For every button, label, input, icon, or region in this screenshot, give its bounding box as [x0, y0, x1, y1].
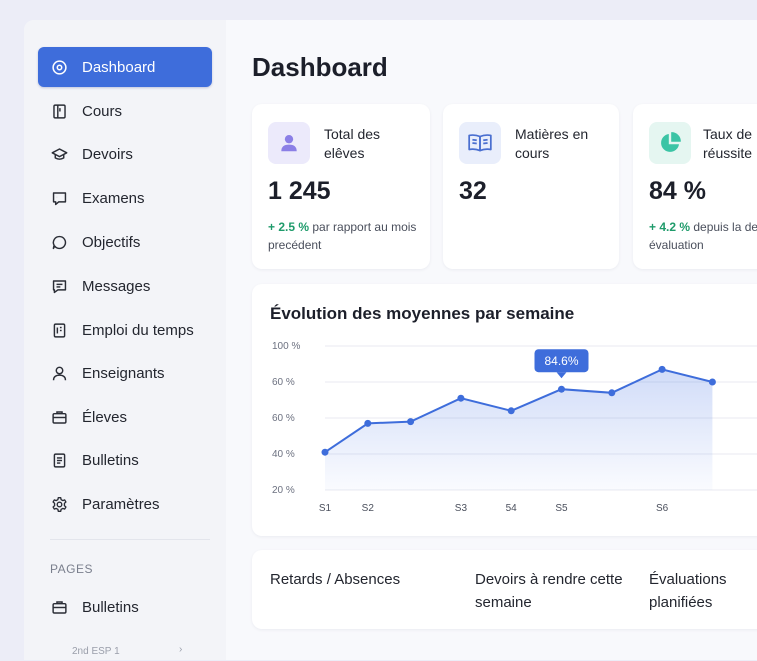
stat-label: Matières en cours — [515, 126, 589, 161]
sidebar-item-label: Objectifs — [82, 233, 141, 251]
sidebar-item-label: Emploi du temps — [82, 321, 194, 339]
data-point[interactable] — [457, 394, 465, 402]
x-tick-label: 54 — [506, 503, 518, 514]
x-tick-label: S2 — [362, 503, 375, 514]
briefcase-icon — [50, 408, 68, 426]
x-tick-label: S3 — [455, 503, 468, 514]
data-point[interactable] — [708, 378, 716, 386]
tooltip-label: 84.6% — [544, 354, 578, 368]
sidebar-item-label: Bulletins — [82, 598, 139, 616]
stat-delta: + 2.5 % — [268, 220, 310, 234]
data-point[interactable] — [364, 419, 372, 427]
sidebar-item-label: Dashboard — [82, 58, 156, 76]
data-point[interactable] — [407, 418, 415, 426]
sidebar-item-label: Devoirs — [82, 145, 133, 163]
target-icon — [50, 58, 68, 76]
calendar-doc-icon — [50, 321, 68, 339]
sidebar-section-label: PAGES — [50, 562, 93, 576]
x-tick-label: S5 — [555, 503, 568, 514]
sidebar-item-objectifs[interactable]: Objectifs — [38, 222, 212, 262]
sidebar-item-label: Bulletins — [82, 451, 139, 469]
stat-card-matieres: Matières en cours 32 — [443, 104, 619, 269]
tooltip-pointer — [556, 372, 567, 379]
data-point[interactable] — [321, 448, 329, 456]
page-title: Dashboard — [252, 52, 388, 82]
devoirs-a-rendre-label[interactable]: Devoirs à rendre cette semaine — [475, 568, 625, 614]
y-tick-label: 60 % — [272, 413, 295, 424]
app-window: Dashboard Cours Devoirs Examens Objectif… — [24, 20, 757, 660]
stat-note: + 2.5 % par rapport au mois precédent — [268, 218, 418, 254]
data-point[interactable] — [507, 407, 515, 415]
sidebar-item-label: Cours — [82, 102, 123, 120]
class-selector-label[interactable]: 2nd ESP 1 — [72, 646, 120, 657]
evaluations-planifiees-label[interactable]: Évaluations planifiées — [649, 568, 757, 614]
y-tick-label: 100 % — [272, 341, 300, 352]
averages-chart: 100 % 60 % 60 % 40 % 20 % S1 S2 S3 54 S5 S6 84.6% — [272, 341, 757, 514]
sidebar-item-examens[interactable]: Examens — [38, 178, 212, 218]
sidebar-item-parametres[interactable]: Paramètres — [38, 484, 212, 524]
sidebar-item-label: Paramètres — [82, 495, 160, 513]
sidebar-item-cours[interactable]: Cours — [38, 91, 212, 131]
stat-card-taux-reussite: Taux de réussite 84 % + 4.2 % depuis la … — [633, 104, 757, 269]
sidebar-item-label: Enseignants — [82, 364, 165, 382]
sidebar-item-label: Messages — [82, 277, 151, 295]
book-icon — [50, 102, 68, 120]
main-content: Dashboard Total des elêves 1 245 + 2.5 %… — [226, 20, 757, 660]
sidebar-divider — [50, 539, 210, 540]
sidebar-item-emploi-du-temps[interactable]: Emploi du temps — [38, 310, 212, 350]
sidebar-item-devoirs[interactable]: Devoirs — [38, 134, 212, 174]
message-icon — [50, 277, 68, 295]
sidebar-item-label: Examens — [82, 189, 145, 207]
data-point[interactable] — [658, 365, 666, 373]
sidebar-item-eleves[interactable]: Éleves — [38, 397, 212, 437]
sidebar-item-bulletins[interactable]: Bulletins — [38, 440, 212, 480]
stat-card-total-eleves: Total des elêves 1 245 + 2.5 % par rappo… — [252, 104, 430, 269]
chevron-right-icon[interactable]: › — [179, 644, 182, 655]
user-icon — [50, 364, 68, 382]
sidebar-item-dashboard[interactable]: Dashboard — [38, 47, 212, 87]
briefcase-icon — [50, 598, 68, 616]
chat-bubble-icon — [50, 233, 68, 251]
gear-icon — [50, 495, 68, 513]
stat-label: Total des elêves — [324, 126, 381, 161]
y-tick-label: 40 % — [272, 449, 295, 460]
document-icon — [50, 451, 68, 469]
chart-card: Évolution des moyennes par semaine 100 %… — [252, 284, 757, 536]
retards-absences-label[interactable]: Retards / Absences — [270, 568, 450, 591]
stat-note: + 4.2 % depuis la derniere évaluation — [649, 218, 757, 254]
user-icon — [268, 122, 310, 164]
chat-square-icon — [50, 189, 68, 207]
stat-delta: + 4.2 % — [649, 220, 691, 234]
sidebar-item-messages[interactable]: Messages — [38, 266, 212, 306]
sidebar-item-bulletins-page[interactable]: Bulletins — [38, 587, 212, 627]
pie-chart-icon — [649, 122, 691, 164]
sidebar-item-label: Éleves — [82, 408, 128, 426]
chart-area — [325, 369, 713, 490]
open-book-icon — [459, 122, 501, 164]
sidebar-item-enseignants[interactable]: Enseignants — [38, 353, 212, 393]
data-point[interactable] — [608, 389, 616, 397]
y-tick-label: 20 % — [272, 485, 295, 496]
data-point[interactable] — [558, 385, 565, 393]
graduation-cap-icon — [50, 145, 68, 163]
stat-value: 84 % — [649, 177, 706, 205]
summary-card: Retards / Absences Devoirs à rendre cett… — [252, 550, 757, 629]
x-tick-label: S6 — [656, 503, 669, 514]
stat-value: 1 245 — [268, 177, 331, 205]
sidebar: Dashboard Cours Devoirs Examens Objectif… — [24, 20, 226, 660]
stat-label: Taux de réussite — [703, 126, 753, 161]
stat-value: 32 — [459, 177, 487, 205]
y-tick-label: 60 % — [272, 377, 295, 388]
x-tick-label: S1 — [319, 503, 332, 514]
